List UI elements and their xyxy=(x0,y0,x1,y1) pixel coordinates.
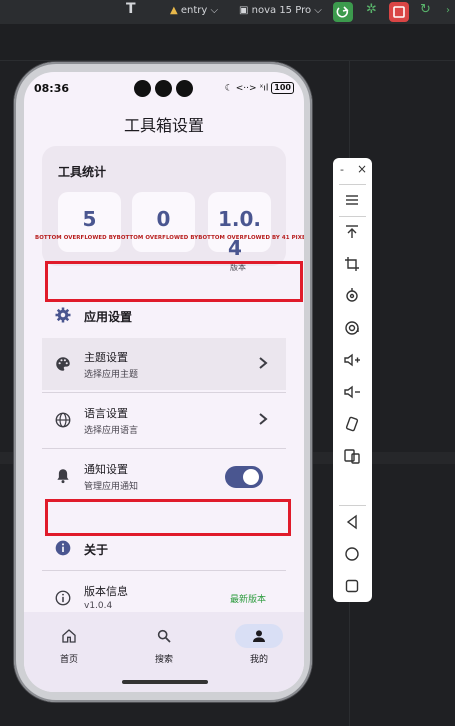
camera-icon xyxy=(176,80,193,97)
status-bar: 08:36 ☾ <··> ˣıl 100 xyxy=(24,78,304,100)
stat-tile-favorites: 0 xyxy=(132,192,195,252)
separator xyxy=(339,505,366,506)
close-button[interactable]: × xyxy=(357,162,367,176)
device-dropdown[interactable]: ▣ nova 15 Pro ⌵ xyxy=(239,3,322,19)
person-icon xyxy=(253,630,265,642)
ide-tabs-strip xyxy=(0,24,455,61)
run-config-dropdown[interactable]: ▲ entry ⌵ xyxy=(170,3,218,19)
nav-item-home[interactable]: 首页 xyxy=(39,624,99,665)
volume-up-icon[interactable] xyxy=(342,350,362,370)
multi-device-icon[interactable] xyxy=(342,446,362,466)
stats-title: 工具统计 xyxy=(58,165,107,179)
search-icon xyxy=(157,629,171,643)
row-subtitle: 选择应用语言 xyxy=(84,426,139,436)
run-button[interactable] xyxy=(333,2,353,22)
nav-pill xyxy=(140,624,188,648)
stop-button[interactable] xyxy=(389,2,409,22)
palette-icon xyxy=(56,357,70,371)
info-filled-icon xyxy=(55,540,71,556)
language-settings-row[interactable]: 语言设置 选择应用语言 xyxy=(42,394,286,446)
rotate-device-icon[interactable] xyxy=(342,414,362,434)
stat-value: 0 xyxy=(156,207,171,231)
stat-tile-count: 5 xyxy=(58,192,121,252)
about-header: 关于 xyxy=(84,543,109,557)
divider xyxy=(42,570,286,571)
volume-down-icon[interactable] xyxy=(342,382,362,402)
pin-top-icon[interactable] xyxy=(342,222,362,242)
back-icon[interactable] xyxy=(342,512,362,532)
annotation-box xyxy=(45,261,303,302)
nav-item-search[interactable]: 搜索 xyxy=(134,624,194,665)
battery-icon: 100 xyxy=(271,82,294,94)
camera-icon xyxy=(134,80,151,97)
stat-value: 5 xyxy=(82,207,97,231)
device-label: nova 15 Pro xyxy=(251,5,312,16)
ide-toolbar: T ▲ entry ⌵ ▣ nova 15 Pro ⌵ ✲ ↻ › xyxy=(0,0,455,24)
menu-icon[interactable] xyxy=(342,190,362,210)
nav-label: 搜索 xyxy=(154,655,173,665)
page-title: 工具箱设置 xyxy=(123,116,204,135)
nav-pill xyxy=(45,624,93,648)
row-title: 语言设置 xyxy=(84,407,128,420)
theme-settings-row[interactable]: 主题设置 选择应用主题 xyxy=(42,338,286,390)
globe-icon xyxy=(55,412,71,428)
toggle-knob xyxy=(243,469,259,485)
row-subtitle: 选择应用主题 xyxy=(84,370,139,380)
network-icon: <··> xyxy=(235,83,257,94)
status-time: 08:36 xyxy=(34,82,70,95)
divider xyxy=(42,392,286,393)
annotation-box xyxy=(45,499,291,536)
tool-stats-card: 工具统计 5 0 1.0. xyxy=(42,146,286,266)
phone-screen: 08:36 ☾ <··> ˣıl 100 工具箱设置 工具统计 5 0 1.0.… xyxy=(24,72,304,692)
rotate-icon[interactable] xyxy=(342,286,362,306)
home-icon xyxy=(62,629,76,643)
stat-value: 1.0. xyxy=(217,207,262,231)
bell-icon xyxy=(57,469,69,484)
debug-icon[interactable]: ✲ xyxy=(366,2,377,18)
row-subtitle: 管理应用通知 xyxy=(84,482,139,492)
row-title: 主题设置 xyxy=(84,351,128,364)
home-indicator[interactable] xyxy=(122,680,208,684)
row-title: 版本信息 xyxy=(84,585,128,598)
status-icons: ☾ <··> ˣıl 100 xyxy=(225,82,294,94)
overflow-warning: BOTTOM OVERFLOWED BYBOTTOM OVERFLOWED BY… xyxy=(35,235,304,241)
more-icon[interactable]: › xyxy=(446,3,450,19)
divider xyxy=(42,448,286,449)
row-subtitle: v1.0.4 xyxy=(84,601,113,611)
module-icon: ▲ xyxy=(170,5,178,16)
run-config-label: entry xyxy=(180,5,208,16)
gear-icon xyxy=(55,307,71,323)
moon-icon: ☾ xyxy=(224,83,233,94)
nav-item-profile[interactable]: 我的 xyxy=(229,624,289,665)
nav-label: 首页 xyxy=(59,655,78,665)
camera-icon xyxy=(155,80,172,97)
separator xyxy=(339,184,366,185)
text-tool-icon[interactable]: T xyxy=(126,1,136,17)
chevron-right-icon xyxy=(259,413,268,425)
minimize-button[interactable]: - xyxy=(340,163,344,176)
home-icon[interactable] xyxy=(342,544,362,564)
nav-pill-active xyxy=(235,624,283,648)
screenshot-icon[interactable] xyxy=(342,318,362,338)
restart-icon[interactable]: ↻ xyxy=(420,2,431,18)
latest-version-badge: 最新版本 xyxy=(230,595,267,605)
notification-settings-row: 通知设置 管理应用通知 xyxy=(42,450,286,502)
info-icon xyxy=(55,590,71,606)
notification-toggle[interactable] xyxy=(225,466,263,488)
device-icon: ▣ xyxy=(239,5,249,16)
crop-icon[interactable] xyxy=(342,254,362,274)
separator xyxy=(339,216,366,217)
recents-icon[interactable] xyxy=(342,576,362,596)
chevron-right-icon xyxy=(259,357,268,369)
signal-icon: ˣıl xyxy=(259,83,269,94)
emulator-toolbar: - × xyxy=(333,158,372,602)
app-settings-header: 应用设置 xyxy=(84,310,133,324)
row-title: 通知设置 xyxy=(84,463,128,476)
nav-label: 我的 xyxy=(249,655,268,665)
